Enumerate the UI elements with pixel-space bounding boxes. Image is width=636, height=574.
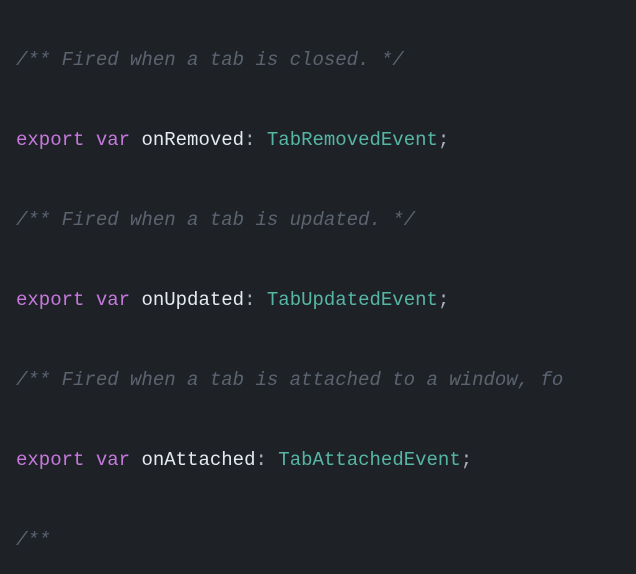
code-line: /** Fired when a tab is attached to a wi…: [16, 360, 636, 400]
type-name: TabAttachedEvent: [278, 449, 460, 471]
keyword-var: var: [96, 289, 130, 311]
code-line: /**: [16, 520, 636, 560]
doc-comment: /** Fired when a tab is closed. */: [16, 49, 404, 71]
code-line: export var onRemoved: TabRemovedEvent;: [16, 120, 636, 160]
keyword-export: export: [16, 449, 84, 471]
code-line: /** Fired when a tab is updated. */: [16, 200, 636, 240]
keyword-var: var: [96, 129, 130, 151]
identifier: onRemoved: [141, 129, 244, 151]
keyword-export: export: [16, 129, 84, 151]
semicolon: ;: [438, 289, 449, 311]
code-line: export var onAttached: TabAttachedEvent;: [16, 440, 636, 480]
type-name: TabRemovedEvent: [267, 129, 438, 151]
doc-comment: /** Fired when a tab is attached to a wi…: [16, 369, 563, 391]
code-editor[interactable]: /** Fired when a tab is closed. */ expor…: [0, 0, 636, 574]
keyword-export: export: [16, 289, 84, 311]
colon: :: [244, 129, 255, 151]
identifier: onUpdated: [141, 289, 244, 311]
code-line: /** Fired when a tab is closed. */: [16, 40, 636, 80]
semicolon: ;: [461, 449, 472, 471]
type-name: TabUpdatedEvent: [267, 289, 438, 311]
colon: :: [244, 289, 255, 311]
doc-comment: /** Fired when a tab is updated. */: [16, 209, 415, 231]
doc-comment-open: /**: [16, 529, 50, 551]
colon: :: [255, 449, 266, 471]
identifier: onAttached: [141, 449, 255, 471]
semicolon: ;: [438, 129, 449, 151]
keyword-var: var: [96, 449, 130, 471]
code-line: export var onUpdated: TabUpdatedEvent;: [16, 280, 636, 320]
